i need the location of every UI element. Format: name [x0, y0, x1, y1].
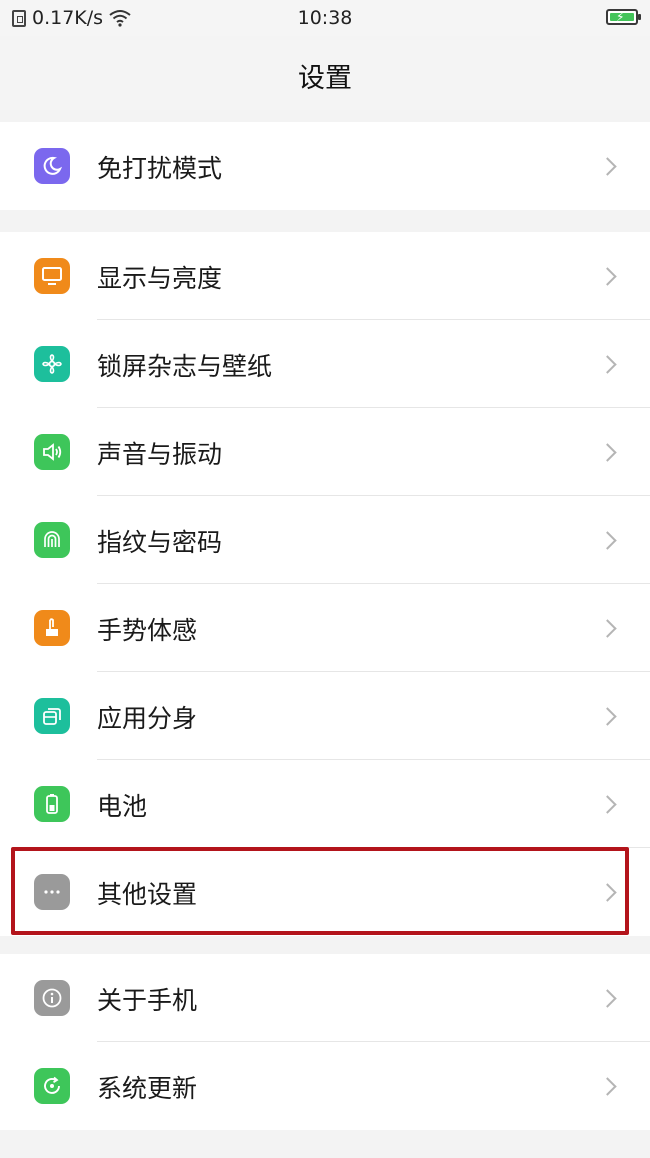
setting-item-label: 显示与亮度 — [97, 264, 223, 293]
setting-item-display[interactable]: 显示与亮度 — [0, 232, 650, 320]
setting-item-label: 指纹与密码 — [97, 528, 223, 557]
setting-item-do-not-disturb[interactable]: 免打扰模式 — [0, 122, 650, 210]
settings-group-system: 关于手机 系统更新 — [0, 954, 650, 1130]
clone-icon — [34, 698, 70, 734]
chevron-right-icon — [598, 355, 617, 374]
status-bar: 0.17K/s 10:38 ⚡ — [0, 0, 650, 36]
setting-item-label: 系统更新 — [97, 1074, 198, 1103]
setting-item-label: 应用分身 — [97, 704, 198, 733]
setting-item-gestures[interactable]: 手势体感 — [0, 584, 650, 672]
display-icon — [34, 258, 70, 294]
battery-icon — [34, 786, 70, 822]
flower-icon — [34, 346, 70, 382]
setting-item-lockscreen-wallpaper[interactable]: 锁屏杂志与壁纸 — [0, 320, 650, 408]
chevron-right-icon — [598, 443, 617, 462]
settings-group-mode: 免打扰模式 — [0, 122, 650, 210]
title-bar: 设置 — [0, 36, 650, 110]
chevron-right-icon — [598, 267, 617, 286]
setting-item-label: 手势体感 — [97, 616, 198, 645]
hand-icon — [34, 610, 70, 646]
chevron-right-icon — [598, 707, 617, 726]
setting-item-sound[interactable]: 声音与振动 — [0, 408, 650, 496]
setting-item-about-phone[interactable]: 关于手机 — [0, 954, 650, 1042]
page-title: 设置 — [298, 63, 352, 94]
setting-item-battery[interactable]: 电池 — [0, 760, 650, 848]
setting-item-label: 电池 — [97, 792, 148, 821]
info-icon — [34, 980, 70, 1016]
highlight-box — [11, 847, 629, 935]
setting-item-label: 关于手机 — [97, 986, 198, 1015]
speaker-icon — [34, 434, 70, 470]
setting-item-label: 免打扰模式 — [97, 154, 223, 183]
chevron-right-icon — [598, 619, 617, 638]
chevron-right-icon — [598, 1077, 617, 1096]
setting-item-fingerprint-password[interactable]: 指纹与密码 — [0, 496, 650, 584]
chevron-right-icon — [598, 531, 617, 550]
moon-icon — [34, 148, 70, 184]
clock: 10:38 — [297, 7, 353, 29]
setting-item-system-update[interactable]: 系统更新 — [0, 1042, 650, 1130]
battery-status-icon: ⚡ — [606, 9, 641, 25]
setting-item-label: 声音与振动 — [97, 440, 223, 469]
chevron-right-icon — [598, 989, 617, 1008]
settings-group-main: 显示与亮度 锁屏杂志与壁纸 声音与振动 指纹与密码 手势体感 应用分身 电池 其… — [0, 232, 650, 936]
chevron-right-icon — [598, 157, 617, 176]
fingerprint-icon — [34, 522, 70, 558]
setting-item-app-clone[interactable]: 应用分身 — [0, 672, 650, 760]
setting-item-label: 锁屏杂志与壁纸 — [97, 352, 273, 381]
update-icon — [34, 1068, 70, 1104]
chevron-right-icon — [598, 795, 617, 814]
